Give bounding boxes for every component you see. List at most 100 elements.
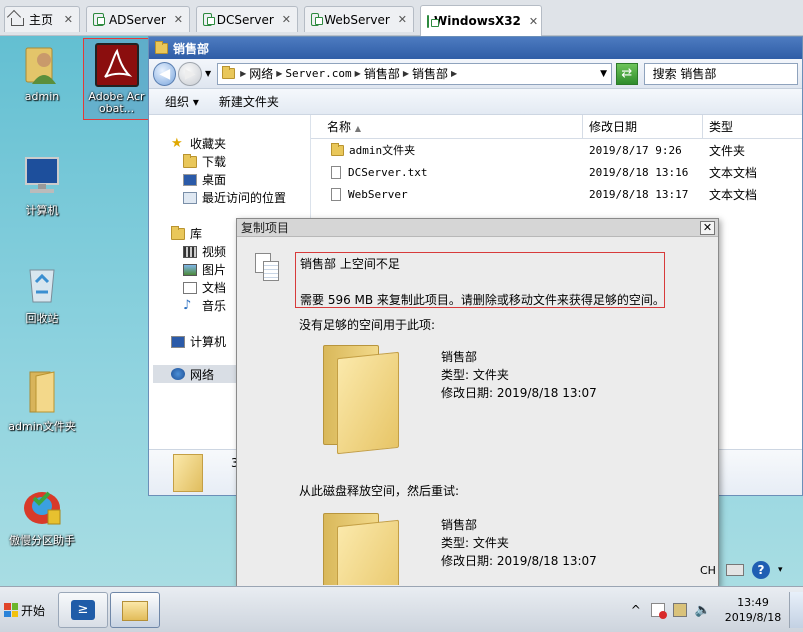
- options-icon[interactable]: ▾: [778, 565, 783, 575]
- tab-adserver-label: ADServer: [108, 12, 166, 27]
- address-dropdown-icon[interactable]: ▼: [600, 69, 607, 79]
- sort-ascending-icon: ▲: [354, 124, 361, 133]
- breadcrumb-server[interactable]: Server.com: [285, 67, 351, 80]
- column-type[interactable]: 类型: [703, 115, 802, 138]
- windows-logo-icon: [4, 603, 18, 617]
- close-icon[interactable]: ✕: [390, 13, 407, 26]
- show-desktop-button[interactable]: [789, 592, 803, 628]
- folder-icon: [20, 370, 64, 414]
- nav-music[interactable]: ♪ 音乐: [183, 297, 226, 314]
- computer-icon: [20, 154, 64, 198]
- dialog-title-bar[interactable]: 复制项目: [237, 219, 718, 237]
- volume-icon[interactable]: 🔈: [695, 603, 711, 618]
- music-icon: ♪: [183, 297, 192, 313]
- close-icon[interactable]: ✕: [56, 13, 73, 26]
- tab-dcserver[interactable]: DCServer ✕: [196, 6, 298, 32]
- desktop-icon-computer[interactable]: 计算机: [2, 154, 82, 218]
- item1-name: 销售部: [441, 350, 478, 364]
- desktop-icon-admin[interactable]: admin: [2, 42, 82, 103]
- item2-modified: 修改日期: 2019/8/18 13:07: [441, 554, 597, 568]
- home-icon: [11, 17, 24, 26]
- breadcrumb-sales[interactable]: 销售部: [364, 65, 400, 82]
- search-input[interactable]: 搜索 销售部: [643, 62, 799, 85]
- desktop-icon-partition-assistant[interactable]: 傲慢分区助手: [2, 484, 82, 548]
- folder-icon: [173, 454, 203, 492]
- nav-recent[interactable]: 最近访问的位置: [183, 189, 286, 206]
- section-not-enough-space: 没有足够的空间用于此项:: [299, 318, 436, 332]
- desktop-icon-acrobat[interactable]: Adobe Acrobat...: [83, 38, 150, 120]
- clock[interactable]: 13:49 2019/8/18: [717, 595, 789, 625]
- file-row[interactable]: admin文件夹 2019/8/17 9:26 文件夹: [311, 139, 802, 161]
- text-file-icon: [331, 187, 341, 201]
- close-icon[interactable]: ✕: [166, 13, 183, 26]
- tab-webserver[interactable]: WebServer ✕: [304, 6, 414, 32]
- nav-pictures[interactable]: 图片: [183, 261, 226, 278]
- desktop-icon-recycle-bin[interactable]: 回收站: [2, 262, 82, 326]
- desktop-icon-admin-folder[interactable]: admin文件夹: [2, 370, 82, 434]
- explorer-title-bar[interactable]: 销售部: [149, 37, 802, 59]
- dialog-close-button[interactable]: ✕: [700, 221, 715, 235]
- taskbar-powershell-button[interactable]: ≥: [58, 592, 108, 628]
- close-icon[interactable]: ✕: [521, 15, 538, 28]
- text-file-icon: [331, 165, 341, 179]
- recycle-bin-icon: [20, 262, 64, 306]
- column-headers: 名称 ▲ 修改日期 类型: [311, 115, 802, 139]
- back-button[interactable]: ◀: [153, 61, 177, 86]
- language-bar: CH ? ▾: [700, 556, 782, 584]
- vm-icon: [427, 14, 439, 28]
- taskbar-explorer-button[interactable]: [110, 592, 160, 628]
- nav-favorites[interactable]: ★ 收藏夹: [171, 135, 226, 152]
- language-indicator[interactable]: CH: [700, 564, 716, 577]
- folder-icon: [122, 601, 148, 621]
- forward-button[interactable]: ▶: [178, 61, 202, 86]
- command-bar: 组织 ▾ 新建文件夹: [149, 89, 802, 115]
- tab-windowsx32[interactable]: WindowsX32 ✕: [420, 5, 542, 36]
- document-icon: [183, 281, 197, 294]
- history-dropdown-icon[interactable]: ▼: [205, 69, 211, 78]
- nav-downloads[interactable]: 下载: [183, 153, 226, 170]
- breadcrumb-sales-sub[interactable]: 销售部: [412, 65, 448, 82]
- explorer-title: 销售部: [173, 41, 210, 56]
- file-row[interactable]: WebServer 2019/8/18 13:17 文本文档: [311, 183, 802, 205]
- help-icon[interactable]: ?: [751, 561, 770, 579]
- close-icon[interactable]: ✕: [274, 13, 291, 26]
- breadcrumb-network[interactable]: 网络: [249, 65, 273, 82]
- desktop-icon: [183, 173, 197, 186]
- library-icon: [171, 225, 185, 240]
- taskbar: 开始 ≥ ^ 🔈 13:49 2019/8/18: [0, 586, 803, 632]
- refresh-button[interactable]: ⇄: [616, 62, 638, 85]
- organize-button[interactable]: 组织 ▾: [165, 93, 199, 110]
- column-name[interactable]: 名称 ▲: [311, 115, 583, 138]
- nav-documents[interactable]: 文档: [183, 279, 226, 296]
- network-tray-icon[interactable]: [672, 603, 687, 617]
- picture-icon: [183, 263, 197, 276]
- show-hidden-icons[interactable]: ^: [631, 603, 641, 617]
- nav-libraries[interactable]: 库: [171, 225, 202, 242]
- action-center-icon[interactable]: [650, 603, 667, 619]
- keyboard-icon[interactable]: [725, 564, 744, 576]
- clock-date: 2019/8/18: [724, 611, 782, 624]
- tab-home[interactable]: 主页 ✕: [4, 6, 80, 32]
- tab-webserver-label: WebServer: [324, 12, 390, 27]
- start-label: 开始: [21, 603, 46, 618]
- nav-computer[interactable]: 计算机: [171, 333, 226, 350]
- item2-type: 类型: 文件夹: [441, 536, 509, 550]
- network-icon: [171, 368, 185, 380]
- column-modified[interactable]: 修改日期: [583, 115, 703, 138]
- tab-adserver[interactable]: ADServer ✕: [86, 6, 190, 32]
- nav-desktop[interactable]: 桌面: [183, 171, 226, 188]
- nav-network[interactable]: 网络: [153, 365, 241, 383]
- vm-icon: [311, 13, 324, 26]
- file-row[interactable]: DCServer.txt 2019/8/18 13:16 文本文档: [311, 161, 802, 183]
- section-free-space: 从此磁盘释放空间，然后重试:: [299, 484, 460, 498]
- desktop-icon-label: Adobe Acrobat...: [88, 90, 145, 115]
- start-button[interactable]: 开始: [4, 597, 50, 623]
- item1-type: 类型: 文件夹: [441, 368, 509, 382]
- computer-icon: [171, 335, 185, 348]
- nav-videos[interactable]: 视频: [183, 243, 226, 260]
- address-row: ◀ ▶ ▼ ▶ 网络 ▶ Server.com ▶ 销售部 ▶ 销售部 ▶ ▼ …: [149, 59, 802, 89]
- address-bar[interactable]: ▶ 网络 ▶ Server.com ▶ 销售部 ▶ 销售部 ▶ ▼: [217, 62, 613, 85]
- copy-files-icon: [255, 253, 281, 283]
- desktop-icon-label: admin文件夹: [8, 420, 76, 433]
- new-folder-button[interactable]: 新建文件夹: [219, 93, 279, 110]
